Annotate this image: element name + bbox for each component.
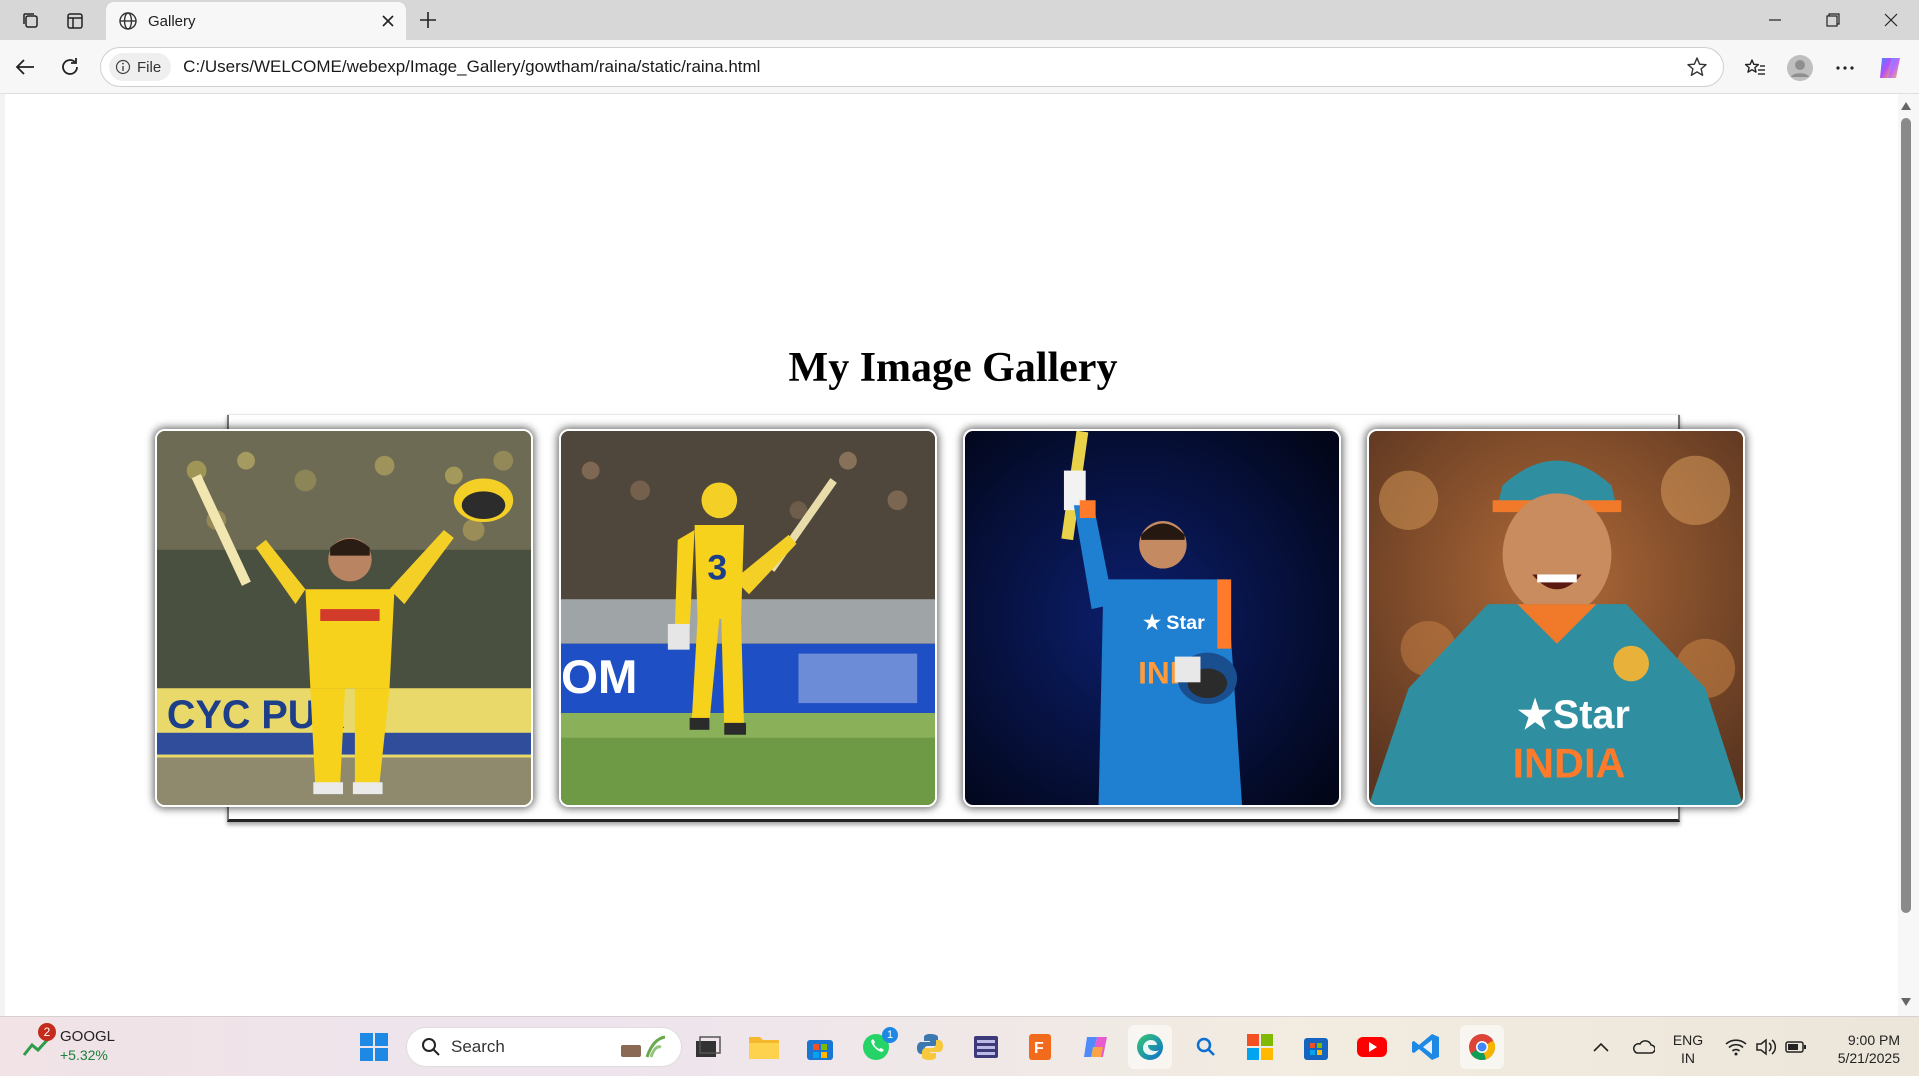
vscode-icon[interactable] xyxy=(1404,1025,1448,1069)
scrollbar-thumb[interactable] xyxy=(1901,118,1911,913)
scroll-up-arrow-icon[interactable] xyxy=(1900,100,1912,112)
foxit-reader-icon[interactable]: F xyxy=(1018,1025,1062,1069)
vertical-tabs-icon[interactable] xyxy=(62,8,88,34)
close-window-icon[interactable] xyxy=(1868,0,1914,40)
svg-text:3: 3 xyxy=(707,547,727,587)
stock-change: +5.32% xyxy=(60,1047,108,1063)
back-arrow-icon[interactable] xyxy=(10,52,40,82)
search-highlight-icon xyxy=(621,1035,666,1058)
file-explorer-icon[interactable] xyxy=(742,1025,786,1069)
taskbar-search[interactable]: Search xyxy=(406,1027,682,1067)
volume-icon[interactable] xyxy=(1752,1027,1780,1067)
gallery-photo-4[interactable]: ★Star INDIA xyxy=(1367,429,1745,807)
copilot-icon[interactable] xyxy=(1873,51,1907,85)
youtube-icon[interactable] xyxy=(1350,1025,1394,1069)
favorite-star-icon[interactable] xyxy=(1679,49,1715,85)
tab-gallery[interactable]: Gallery xyxy=(106,2,406,40)
database-app-icon[interactable] xyxy=(964,1025,1008,1069)
stock-notification-badge: 2 xyxy=(38,1023,56,1041)
scroll-down-arrow-icon[interactable] xyxy=(1900,996,1912,1008)
microsoft-365-icon[interactable] xyxy=(1238,1025,1282,1069)
system-clock[interactable]: 9:00 PM 5/21/2025 xyxy=(1810,1031,1900,1067)
svg-text:F: F xyxy=(1034,1040,1044,1057)
svg-text:INDIA: INDIA xyxy=(1512,739,1625,786)
store-app-icon[interactable] xyxy=(1294,1025,1338,1069)
site-info-chip[interactable]: File xyxy=(109,53,172,81)
language-indicator[interactable]: ENG IN xyxy=(1660,1031,1716,1067)
whatsapp-badge: 1 xyxy=(882,1027,898,1043)
magnifier-icon[interactable] xyxy=(1184,1025,1228,1069)
language-code: ENG xyxy=(1672,1032,1704,1048)
show-hidden-icons-chevron-icon[interactable] xyxy=(1586,1027,1616,1067)
more-options-icon[interactable] xyxy=(1828,51,1862,85)
page-heading: My Image Gallery xyxy=(788,345,1118,391)
svg-text:★Star: ★Star xyxy=(1517,693,1629,737)
copilot-app-icon[interactable] xyxy=(1074,1025,1118,1069)
file-chip-label: File xyxy=(137,58,162,76)
chrome-icon[interactable] xyxy=(1460,1025,1504,1069)
onedrive-cloud-icon[interactable] xyxy=(1626,1027,1660,1067)
url-text[interactable]: C:/Users/WELCOME/webexp/Image_Gallery/go… xyxy=(183,57,1679,77)
edge-browser-icon[interactable] xyxy=(1128,1025,1172,1069)
profile-avatar-icon[interactable] xyxy=(1783,51,1817,85)
browser-toolbar: File C:/Users/WELCOME/webexp/Image_Galle… xyxy=(0,40,1919,94)
clock-time: 9:00 PM xyxy=(1847,1032,1900,1048)
page-viewport: My Image Gallery CYC PUR OM 3 ★ Star ★St… xyxy=(5,94,1901,1016)
gallery-photo-1[interactable]: CYC PUR xyxy=(155,429,533,807)
stock-ticker: GOOGL xyxy=(60,1028,116,1045)
task-view-icon[interactable] xyxy=(686,1025,730,1069)
restore-icon[interactable] xyxy=(1810,0,1856,40)
svg-text:★ Star: ★ Star xyxy=(1143,612,1205,634)
clock-date: 5/21/2025 xyxy=(1837,1050,1900,1066)
globe-icon xyxy=(119,12,137,30)
stock-widget[interactable]: 2 GOOGL +5.32% xyxy=(22,1023,116,1065)
windows-taskbar: 2 GOOGL +5.32% Search 1 F ENG IN 9:00 PM… xyxy=(0,1016,1919,1076)
start-button-icon[interactable] xyxy=(352,1025,396,1069)
battery-icon[interactable] xyxy=(1782,1027,1810,1067)
svg-text:OM: OM xyxy=(561,651,638,704)
region-code: IN xyxy=(1681,1050,1695,1066)
address-bar[interactable]: File C:/Users/WELCOME/webexp/Image_Galle… xyxy=(100,47,1724,87)
favorites-list-icon[interactable] xyxy=(1738,51,1772,85)
wifi-icon[interactable] xyxy=(1722,1027,1750,1067)
tab-title: Gallery xyxy=(148,12,196,30)
refresh-icon[interactable] xyxy=(55,52,85,82)
browser-titlebar: Gallery xyxy=(0,0,1919,40)
whatsapp-icon[interactable]: 1 xyxy=(854,1025,898,1069)
minimize-icon[interactable] xyxy=(1752,0,1798,40)
close-tab-icon[interactable] xyxy=(376,9,400,33)
search-label: Search xyxy=(451,1037,505,1056)
microsoft-store-icon[interactable] xyxy=(798,1025,842,1069)
gallery-photo-2[interactable]: OM 3 xyxy=(559,429,937,807)
gallery-photo-3[interactable]: ★ Star INDIA xyxy=(963,429,1341,807)
workspaces-icon[interactable] xyxy=(18,8,44,34)
python-icon[interactable] xyxy=(908,1025,952,1069)
info-icon xyxy=(115,59,131,75)
search-icon xyxy=(422,1038,440,1056)
new-tab-icon[interactable] xyxy=(414,6,442,34)
